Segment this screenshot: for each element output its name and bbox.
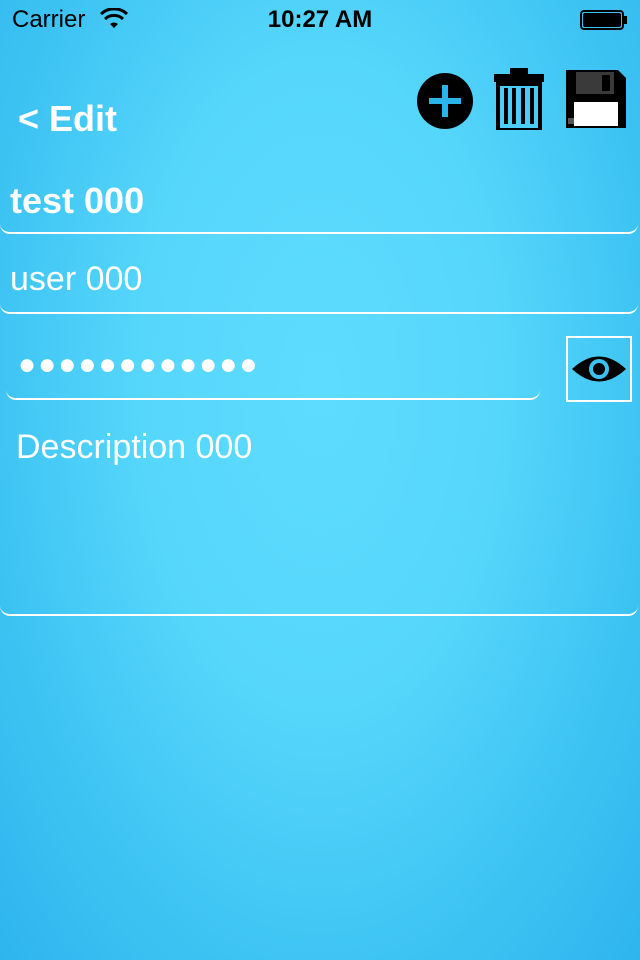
floppy-disk-icon	[566, 70, 626, 128]
status-bar: Carrier 10:27 AM	[0, 0, 640, 40]
delete-button[interactable]	[492, 68, 546, 132]
username-field[interactable]: user 000	[0, 244, 638, 314]
description-field[interactable]: Description 000	[0, 412, 638, 616]
add-button[interactable]	[416, 72, 474, 130]
password-field[interactable]: ●●●●●●●●●●●●	[6, 330, 540, 400]
back-button[interactable]: < Edit	[18, 98, 117, 140]
status-time: 10:27 AM	[267, 6, 373, 33]
battery-icon	[580, 10, 627, 30]
trash-icon	[494, 68, 544, 132]
eye-icon	[572, 356, 626, 382]
plus-circle-icon	[417, 73, 473, 129]
toggle-password-visibility-button[interactable]	[566, 336, 632, 402]
title-field[interactable]: test 000	[0, 162, 638, 234]
save-button[interactable]	[564, 68, 628, 130]
